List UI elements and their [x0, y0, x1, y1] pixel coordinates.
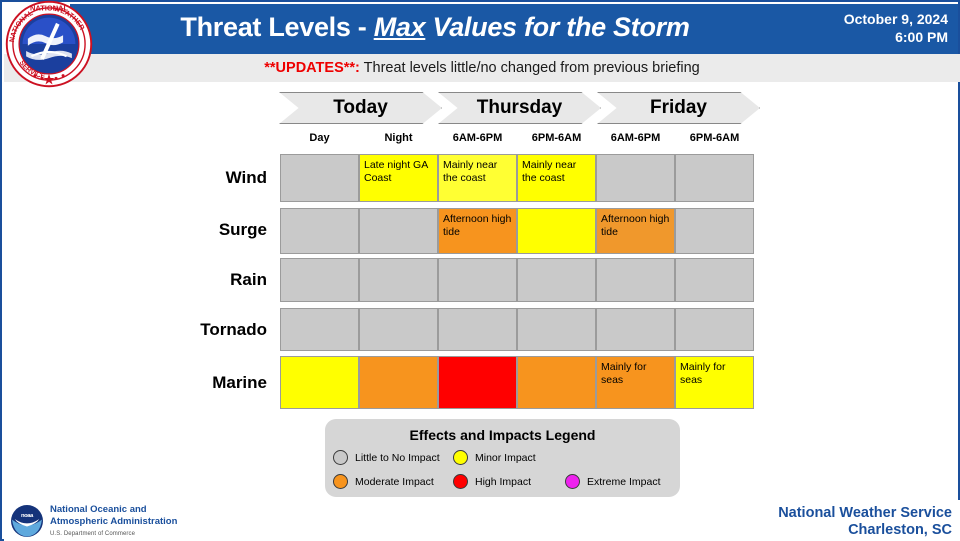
agency-subline: U.S. Department of Commerce — [50, 531, 136, 537]
threat-cell-wind-0[interactable] — [280, 154, 359, 202]
legend-label: High Impact — [475, 475, 532, 488]
threat-cell-surge-3[interactable] — [517, 208, 596, 254]
threat-cell-marine-0[interactable] — [280, 356, 359, 409]
day-header-label: Thursday — [476, 97, 563, 118]
updates-tag: **UPDATES**: — [264, 60, 360, 76]
noaa-logo-icon: noaa — [11, 505, 43, 537]
updates-body: Threat levels little/no changed from pre… — [359, 60, 700, 76]
row-label-rain: Rain — [230, 270, 267, 289]
threat-cell-rain-2[interactable] — [438, 258, 517, 302]
legend-item: Extreme Impact — [565, 474, 661, 489]
threat-cell-tornado-4[interactable] — [596, 308, 675, 351]
threat-cell-wind-1[interactable]: Late night GA Coast — [359, 154, 438, 202]
office-location: Charleston, SC — [848, 522, 952, 538]
threat-cell-surge-1[interactable] — [359, 208, 438, 254]
day-header-thursday: Thursday — [438, 92, 601, 124]
agency-line-1: National Oceanic and — [50, 504, 147, 515]
legend-label: Moderate Impact — [355, 475, 434, 488]
threat-cell-tornado-1[interactable] — [359, 308, 438, 351]
threat-cell-rain-5[interactable] — [675, 258, 754, 302]
title-prefix: Threat Levels - — [180, 12, 374, 42]
page-title: Threat Levels - Max Values for the Storm — [70, 12, 800, 43]
threat-cell-wind-2[interactable]: Mainly near the coast — [438, 154, 517, 202]
day-header-today: Today — [279, 92, 442, 124]
threat-cell-rain-1[interactable] — [359, 258, 438, 302]
period-header-friday-night: 6PM-6AM — [689, 132, 740, 144]
threat-cell-marine-3[interactable] — [517, 356, 596, 409]
day-header-label: Today — [333, 97, 388, 118]
title-emphasis: Max — [373, 12, 426, 42]
threat-cell-marine-1[interactable] — [359, 356, 438, 409]
row-label-surge: Surge — [218, 220, 267, 239]
threat-cell-wind-3[interactable]: Mainly near the coast — [517, 154, 596, 202]
legend-swatch-icon — [565, 474, 580, 489]
period-header-thursday-day: 6AM-6PM — [452, 132, 503, 144]
legend-swatch-icon — [453, 474, 468, 489]
updates-text: **UPDATES**: Threat levels little/no cha… — [264, 60, 699, 76]
legend-label: Extreme Impact — [587, 475, 661, 488]
day-header-label: Friday — [649, 97, 708, 118]
legend-label: Little to No Impact — [355, 451, 440, 464]
threat-cell-rain-4[interactable] — [596, 258, 675, 302]
legend-swatch-icon — [453, 450, 468, 465]
period-header-today-day: Day — [309, 132, 330, 144]
period-header-friday-day: 6AM-6PM — [610, 132, 661, 144]
title-bar: Threat Levels - Max Values for the Storm… — [70, 4, 958, 54]
legend-panel: Effects and Impacts Legend Little to No … — [325, 419, 680, 497]
legend-item: Minor Impact — [453, 450, 536, 465]
briefing-datetime: October 9, 2024 6:00 PM — [844, 10, 948, 46]
legend-item: Little to No Impact — [333, 450, 440, 465]
threat-cell-tornado-5[interactable] — [675, 308, 754, 351]
threat-cell-surge-5[interactable] — [675, 208, 754, 254]
threat-cell-wind-5[interactable] — [675, 154, 754, 202]
updates-banner: **UPDATES**: Threat levels little/no cha… — [4, 54, 960, 82]
row-label-marine: Marine — [212, 373, 267, 392]
legend-item: Moderate Impact — [333, 474, 434, 489]
noaa-agency-text: National Oceanic and Atmospheric Adminis… — [50, 504, 177, 541]
threat-cell-surge-0[interactable] — [280, 208, 359, 254]
threat-cell-rain-0[interactable] — [280, 258, 359, 302]
slide: Threat Levels - Max Values for the Storm… — [0, 0, 960, 541]
briefing-time: 6:00 PM — [895, 29, 948, 45]
period-header-today-night: Night — [384, 132, 413, 144]
nws-seal-icon: NATIONAL NATIONAL WEATHER SERVICE — [5, 0, 93, 88]
threat-cell-marine-5[interactable]: Mainly for seas — [675, 356, 754, 409]
briefing-date: October 9, 2024 — [843, 11, 948, 27]
threat-cell-tornado-3[interactable] — [517, 308, 596, 351]
threat-cell-rain-3[interactable] — [517, 258, 596, 302]
row-label-wind: Wind — [225, 168, 267, 187]
threat-cell-wind-4[interactable] — [596, 154, 675, 202]
legend-swatch-icon — [333, 450, 348, 465]
threat-cell-tornado-0[interactable] — [280, 308, 359, 351]
threat-cell-surge-2[interactable]: Afternoon high tide — [438, 208, 517, 254]
footer: noaa National Oceanic and Atmospheric Ad… — [4, 500, 960, 541]
day-header-friday: Friday — [597, 92, 760, 124]
legend-label: Minor Impact — [475, 451, 536, 464]
nws-office: National Weather Service Charleston, SC — [778, 505, 952, 539]
row-label-tornado: Tornado — [200, 320, 267, 339]
svg-text:noaa: noaa — [21, 513, 34, 519]
threat-cell-surge-4[interactable]: Afternoon high tide — [596, 208, 675, 254]
threat-cell-tornado-2[interactable] — [438, 308, 517, 351]
legend-item: High Impact — [453, 474, 531, 489]
office-name: National Weather Service — [778, 505, 952, 521]
threat-cell-marine-4[interactable]: Mainly for seas — [596, 356, 675, 409]
agency-line-2: Atmospheric Administration — [50, 515, 178, 527]
period-header-thursday-night: 6PM-6AM — [531, 132, 582, 144]
threat-cell-marine-2[interactable] — [438, 356, 517, 409]
title-rest: Values for the Storm — [425, 12, 690, 42]
legend-items: Little to No Impact Minor Impact Moderate … — [325, 450, 680, 494]
legend-swatch-icon — [333, 474, 348, 489]
legend-title: Effects and Impacts Legend — [409, 427, 596, 443]
